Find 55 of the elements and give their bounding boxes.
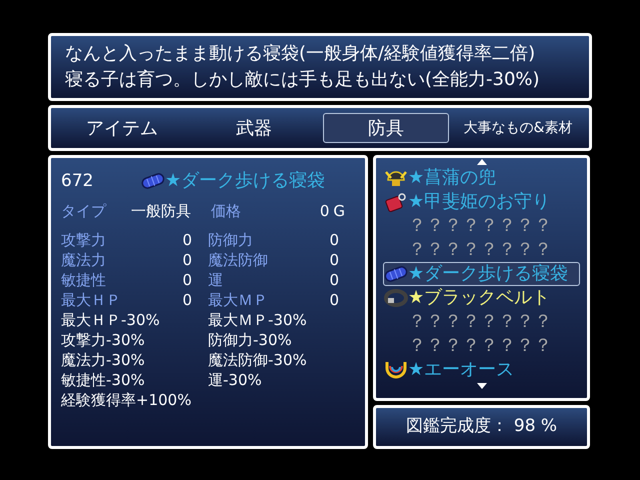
sleeping-bag-icon [384, 264, 408, 284]
effect-text: 経験獲得率+100% [61, 390, 192, 410]
stat-label: 防御力 [208, 230, 254, 250]
item-list-entry[interactable]: ★ブラックベルト [383, 286, 580, 310]
necklace-icon [384, 360, 408, 380]
price-value: 0 G [318, 201, 345, 221]
effect-text: 運-30% [208, 370, 263, 390]
stat-value: 0 [329, 250, 340, 270]
help-text: 寝る子は育つ。しかし敵には手も足も出ない(全能力-30%) [65, 68, 541, 92]
item-list-entry[interactable]: ★甲斐姫のお守り [383, 190, 580, 214]
item-list-entry[interactable]: ？？？？？？？？ [383, 310, 580, 334]
stat-label: 攻撃力 [61, 230, 107, 250]
charm-icon [384, 192, 408, 212]
stat-label: 運 [208, 270, 224, 290]
effect-text: 攻撃力-30% [61, 330, 146, 350]
effect-text: 魔法力-30% [61, 350, 146, 370]
category-tab[interactable]: 大事なもの&素材 [455, 113, 581, 143]
stat-label: 最大ＨＰ [61, 290, 122, 310]
stat-label: 敏捷性 [61, 270, 107, 290]
type-label: タイプ [61, 201, 108, 221]
stat-value: 0 [182, 250, 193, 270]
effect-text: 最大ＨＰ-30% [61, 310, 161, 330]
item-list-entry[interactable]: ★ダーク歩ける寝袋 [383, 262, 580, 286]
type-value: 一般防具 [131, 201, 192, 221]
belt-icon [384, 288, 408, 308]
item-list-entry[interactable]: ？？？？？？？？ [383, 238, 580, 262]
stat-label: 最大ＭＰ [208, 290, 269, 310]
item-list-entry[interactable]: ？？？？？？？？ [383, 214, 580, 238]
stat-value: 0 [329, 270, 340, 290]
currency: G [333, 202, 345, 220]
effect-text: 魔法防御-30% [208, 350, 308, 370]
completion-label: 図鑑完成度： [406, 415, 508, 438]
category-tab[interactable]: 武器 [191, 113, 317, 143]
stat-value: 0 [182, 230, 193, 250]
scroll-up-arrow-icon [476, 159, 486, 165]
help-text: なんと入ったまま動ける寝袋(一般身体/経験値獲得率二倍) [65, 42, 536, 66]
effect-text: 防御力-30% [208, 330, 293, 350]
stat-label: 魔法防御 [208, 250, 269, 270]
effect-text: 最大ＭＰ-30% [208, 310, 308, 330]
effect-text: 敏捷性-30% [61, 370, 146, 390]
completion-value: 98 % [514, 415, 558, 438]
stat-value: 0 [329, 230, 340, 250]
category-tab[interactable]: 防具 [323, 113, 449, 143]
item-list-entry[interactable]: ★エーオース [383, 358, 580, 382]
stat-value: 0 [182, 290, 193, 310]
category-tab[interactable]: アイテム [59, 113, 185, 143]
price-label: 価格 [211, 201, 242, 221]
scroll-down-arrow-icon [476, 383, 486, 389]
stat-label: 魔法力 [61, 250, 107, 270]
item-name: ★ダーク歩ける寝袋 [165, 171, 326, 191]
item-list-entry[interactable]: ？？？？？？？？ [383, 334, 580, 358]
item-list-entry[interactable]: ★菖蒲の兜 [383, 166, 580, 190]
stat-value: 0 [329, 290, 340, 310]
stat-value: 0 [182, 270, 193, 290]
item-number: 672 [61, 171, 94, 191]
